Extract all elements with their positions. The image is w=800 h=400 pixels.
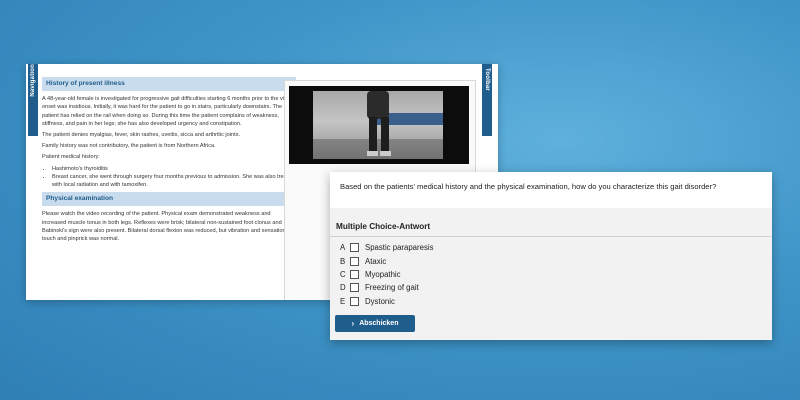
checkbox[interactable] bbox=[350, 296, 359, 306]
option-letter: B bbox=[340, 256, 346, 266]
checkbox[interactable] bbox=[350, 283, 359, 293]
multiple-choice-area: Multiple Choice-Antwort A Spastic parapa… bbox=[330, 208, 772, 340]
option-label: Freezing of gait bbox=[365, 283, 419, 293]
toolbar-label: Toolbar bbox=[484, 68, 490, 91]
patient-leg bbox=[369, 117, 377, 153]
question-text: Based on the patients' medical history a… bbox=[340, 182, 717, 191]
option-letter: D bbox=[340, 283, 346, 293]
navigation-tab[interactable]: Navigation bbox=[28, 64, 38, 136]
option-label: Myopathic bbox=[365, 269, 401, 279]
option-c[interactable]: C Myopathic bbox=[340, 268, 433, 281]
option-e[interactable]: E Dystonic bbox=[340, 295, 433, 308]
submit-label: Abschicken bbox=[359, 320, 399, 327]
list-item: Breast cancer, she went through surgery … bbox=[52, 173, 296, 189]
history-heading: History of present illness bbox=[42, 77, 296, 92]
chevron-right-icon: › bbox=[351, 319, 355, 328]
navigation-label: Navigation bbox=[30, 64, 36, 97]
quiz-window: Based on the patients' medical history a… bbox=[330, 172, 772, 340]
medical-history-label: Patient medical history: bbox=[42, 154, 100, 161]
option-label: Spastic paraparesis bbox=[365, 243, 434, 253]
checkbox[interactable] bbox=[350, 243, 359, 253]
option-d[interactable]: D Freezing of gait bbox=[340, 281, 433, 294]
floor bbox=[313, 139, 443, 159]
case-text-column: History of present illness A 48-year-old… bbox=[42, 77, 296, 300]
patient-shoe bbox=[380, 151, 391, 156]
patient-video[interactable] bbox=[289, 86, 469, 164]
divider bbox=[330, 236, 772, 237]
option-letter: A bbox=[340, 243, 346, 253]
list-item: Hashimoto's thyroiditis bbox=[52, 165, 296, 173]
options-list: A Spastic paraparesis B Ataxic C Myopath… bbox=[340, 241, 433, 308]
option-b[interactable]: B Ataxic bbox=[340, 254, 433, 267]
video-frame bbox=[313, 91, 443, 159]
patient-figure bbox=[367, 91, 389, 119]
mc-title: Multiple Choice-Antwort bbox=[336, 222, 431, 231]
checkbox[interactable] bbox=[350, 256, 359, 266]
history-paragraph: The patient denies myalgias, fever, skin… bbox=[42, 132, 241, 139]
option-letter: E bbox=[340, 296, 346, 306]
patient-shoe bbox=[367, 151, 378, 156]
exam-paragraph: Please watch the video recording of the … bbox=[42, 211, 292, 243]
history-paragraph: A 48-year-old female is investigated for… bbox=[42, 96, 292, 127]
checkbox[interactable] bbox=[350, 269, 359, 279]
option-a[interactable]: A Spastic paraparesis bbox=[340, 241, 433, 254]
patient-leg bbox=[381, 117, 389, 153]
submit-button[interactable]: › Abschicken bbox=[335, 315, 415, 332]
medical-history-list: Hashimoto's thyroiditis Breast cancer, s… bbox=[42, 165, 296, 190]
exam-heading: Physical examination bbox=[42, 192, 296, 207]
history-paragraph: Family history was not contributory, the… bbox=[42, 143, 216, 150]
option-label: Ataxic bbox=[365, 256, 387, 266]
toolbar-tab[interactable]: Toolbar bbox=[482, 64, 492, 136]
option-label: Dystonic bbox=[365, 296, 395, 306]
option-letter: C bbox=[340, 269, 346, 279]
